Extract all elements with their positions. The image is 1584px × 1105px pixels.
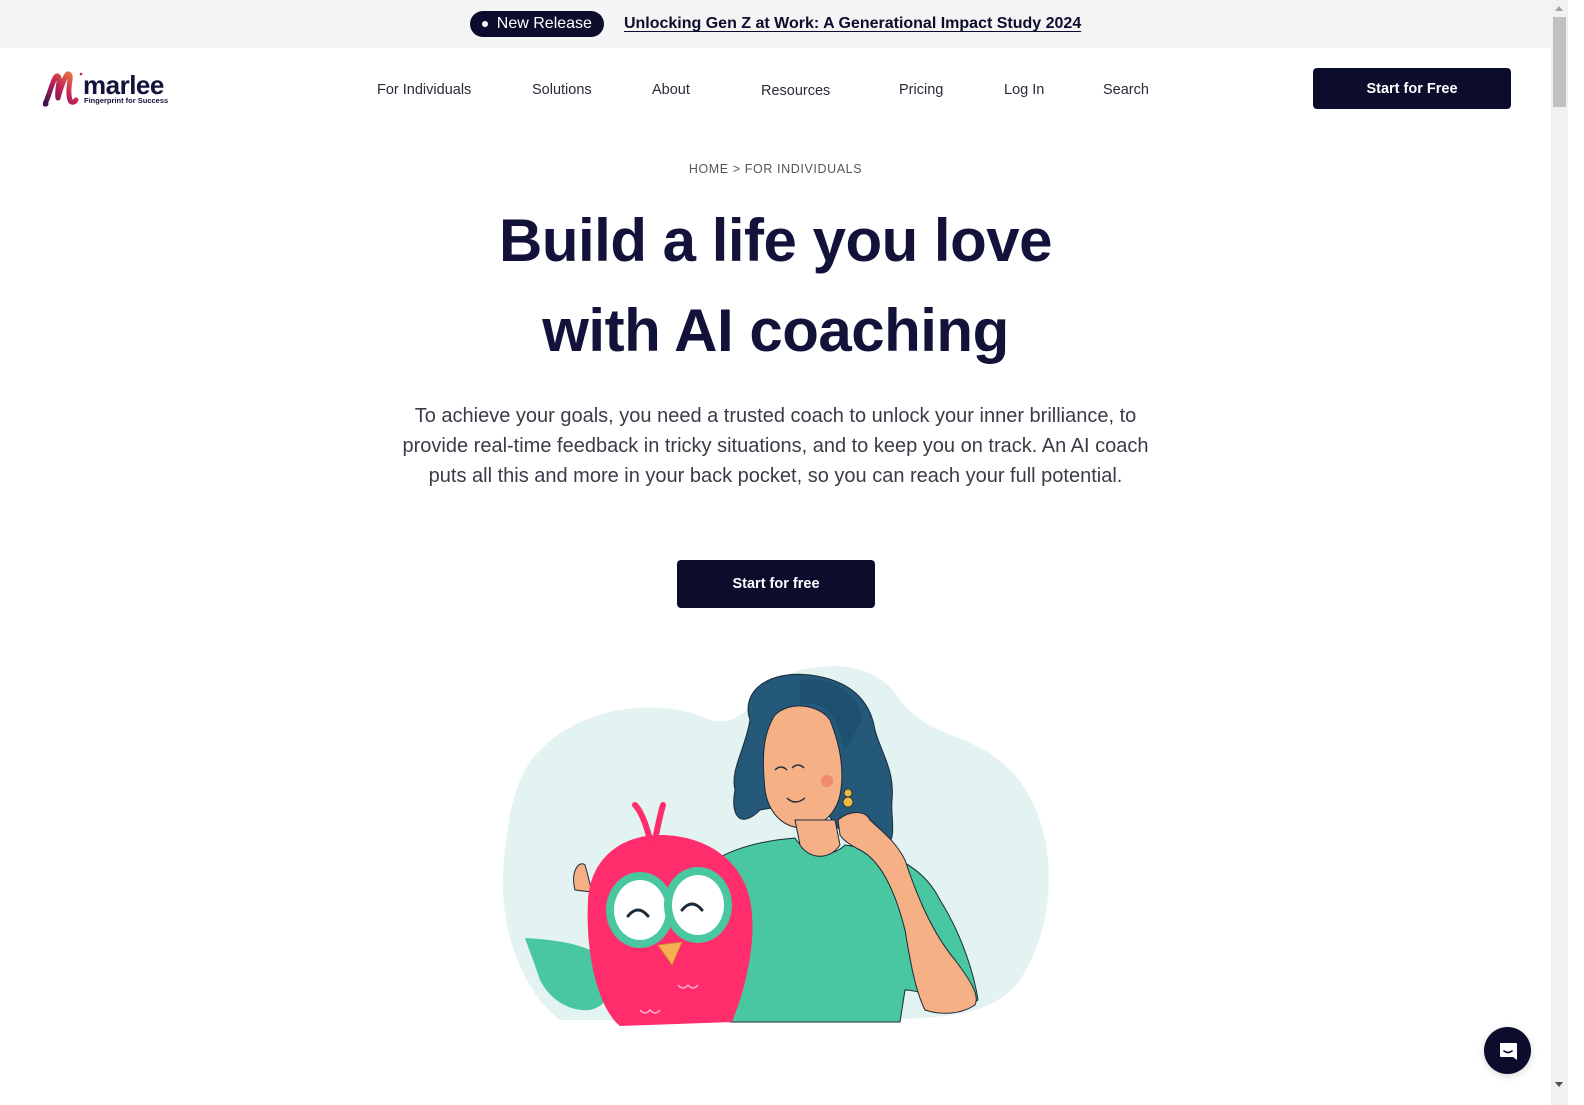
scroll-up-arrow-icon[interactable] — [1555, 6, 1563, 11]
nav-search[interactable]: Search — [1103, 82, 1149, 98]
main-nav: marlee Fingerprint for Success For Indiv… — [0, 48, 1551, 130]
start-for-free-nav-button[interactable]: Start for Free — [1313, 68, 1511, 109]
nav-solutions[interactable]: Solutions — [532, 82, 592, 98]
page-scrollbar[interactable] — [1551, 0, 1568, 1105]
hero-subtitle: To achieve your goals, you need a truste… — [402, 405, 1149, 487]
chat-launcher-button[interactable] — [1484, 1027, 1531, 1074]
nav-resources[interactable]: Resources — [761, 83, 830, 99]
chat-icon — [1499, 1042, 1517, 1060]
new-release-badge[interactable]: New Release — [469, 11, 604, 37]
page-title-line-1: Build a life you love — [499, 207, 1052, 274]
dot-icon — [481, 21, 488, 27]
hero-illustration — [502, 666, 1049, 1026]
nav-pricing[interactable]: Pricing — [899, 82, 943, 98]
page-title-line-2: with AI coaching — [542, 297, 1009, 364]
start-for-free-hero-button[interactable]: Start for free — [677, 560, 875, 608]
new-release-label: New Release — [496, 15, 592, 32]
announcement-link[interactable]: Unlocking Gen Z at Work: A Generational … — [624, 15, 1081, 33]
breadcrumb: HOME > FOR INDIVIDUALS — [688, 162, 863, 176]
announcement-bar: New Release Unlocking Gen Z at Work: A G… — [0, 0, 1551, 48]
nav-for-individuals[interactable]: For Individuals — [377, 82, 471, 98]
nav-log-in[interactable]: Log In — [1004, 82, 1044, 98]
scroll-down-arrow-icon[interactable] — [1555, 1082, 1563, 1087]
nav-about[interactable]: About — [652, 82, 690, 98]
page-title: Build a life you love with AI coaching — [0, 196, 1551, 376]
scroll-thumb[interactable] — [1553, 17, 1566, 107]
